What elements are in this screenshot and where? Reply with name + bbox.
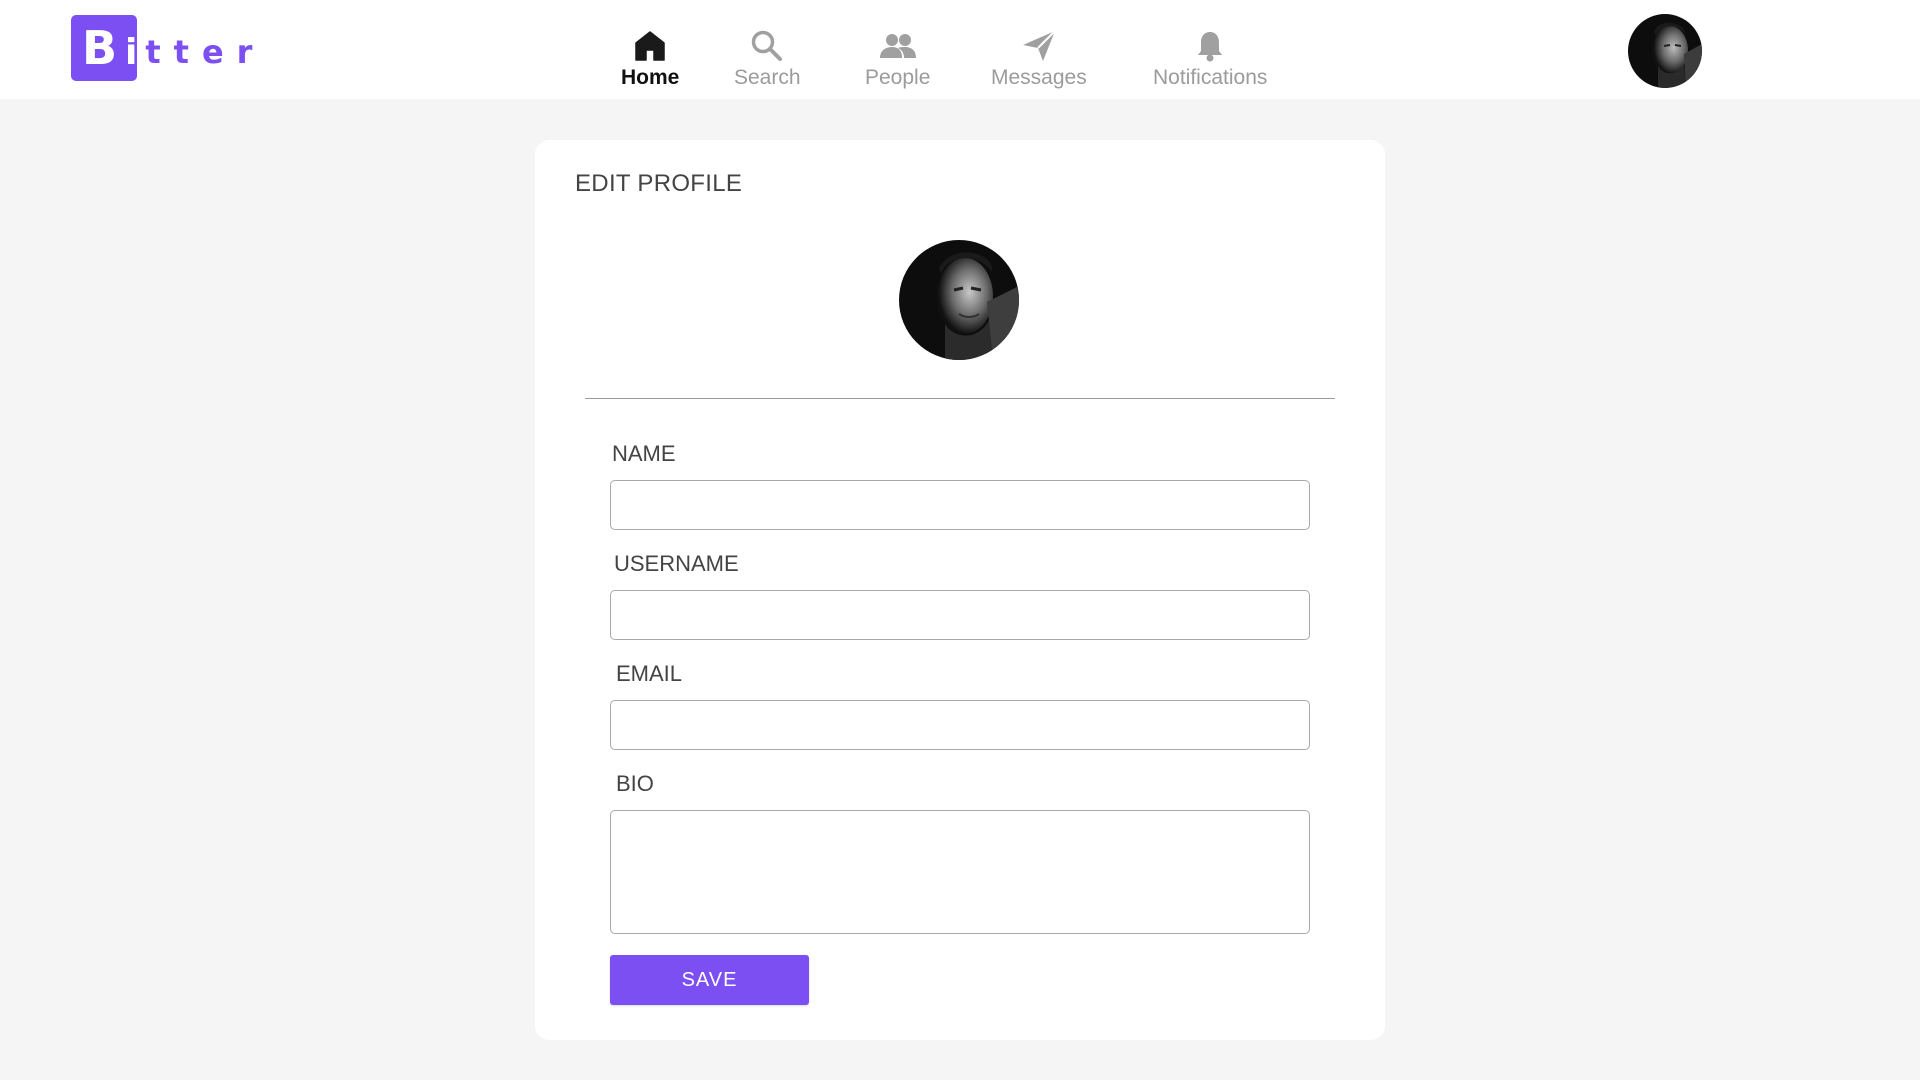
nav-search-label: Search [734, 66, 801, 89]
nav-search[interactable]: Search [734, 28, 801, 90]
nav-messages-label: Messages [991, 66, 1087, 89]
home-icon [630, 28, 670, 64]
bell-icon [1190, 28, 1230, 64]
nav-notifications[interactable]: Notifications [1153, 28, 1267, 90]
user-avatar[interactable] [1628, 14, 1702, 88]
email-field[interactable] [610, 700, 1310, 750]
nav-notifications-label: Notifications [1153, 66, 1268, 89]
edit-profile-card: EDIT PROFILE NAME USERNAME EMAIL BIO SAV… [535, 140, 1385, 1040]
name-field[interactable] [610, 480, 1310, 530]
nav-home-label: Home [621, 66, 680, 89]
send-icon [1019, 28, 1059, 64]
people-icon [878, 28, 918, 64]
email-label: EMAIL [616, 661, 683, 686]
bio-field[interactable] [610, 810, 1310, 934]
name-label: NAME [612, 441, 676, 466]
page-title: EDIT PROFILE [575, 170, 743, 197]
section-divider [585, 398, 1335, 399]
nav-people-label: People [865, 66, 931, 89]
username-label: USERNAME [614, 551, 739, 576]
nav-messages[interactable]: Messages [991, 28, 1087, 90]
nav-home[interactable]: Home [621, 28, 679, 90]
nav-people[interactable]: People [865, 28, 930, 90]
save-button[interactable]: SAVE [610, 955, 809, 1005]
search-icon [747, 28, 787, 64]
username-field[interactable] [610, 590, 1310, 640]
bio-label: BIO [616, 771, 654, 796]
top-navbar: B i tter Home Search People Messages Not… [0, 0, 1920, 99]
profile-photo[interactable] [899, 240, 1019, 360]
